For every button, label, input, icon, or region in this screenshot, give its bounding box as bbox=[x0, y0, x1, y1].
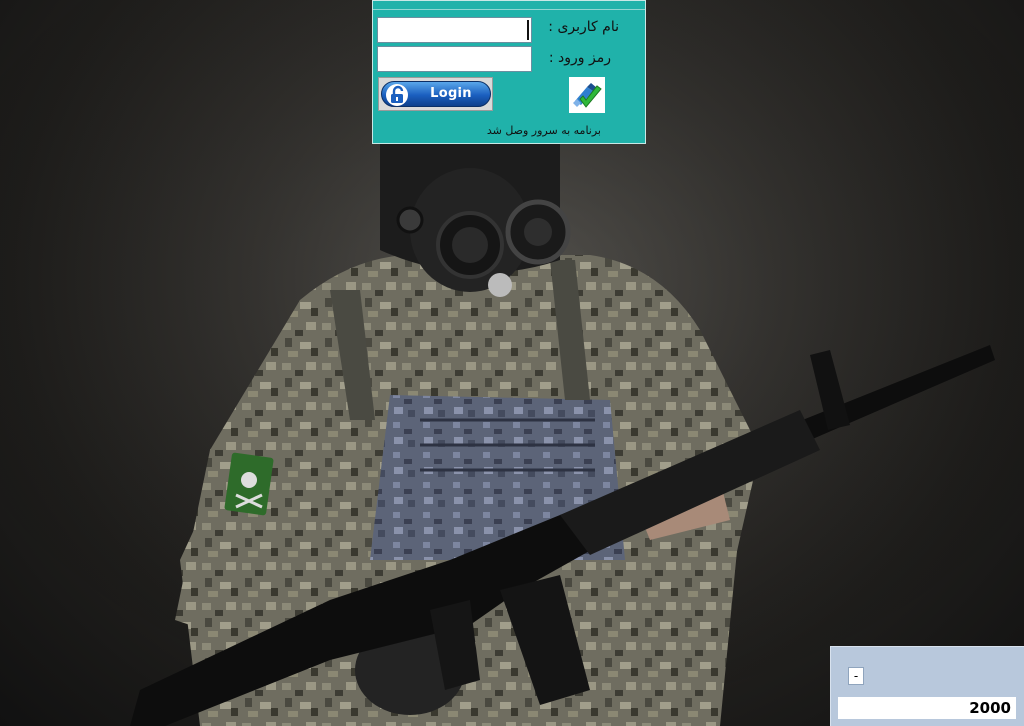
app-window: نام کاربری : رمز ورود : Login برنامه به … bbox=[0, 0, 1024, 726]
connected-check-icon bbox=[569, 77, 605, 113]
unlock-icon bbox=[386, 84, 408, 106]
minimize-button[interactable]: - bbox=[848, 667, 864, 685]
username-field[interactable] bbox=[377, 17, 532, 43]
connection-status-text: برنامه به سرور وصل شد bbox=[486, 124, 601, 137]
counter-panel: - 2000 bbox=[830, 646, 1024, 726]
login-panel: نام کاربری : رمز ورود : Login برنامه به … bbox=[372, 0, 646, 144]
panel-top-divider bbox=[373, 9, 645, 10]
login-button-label: Login bbox=[430, 86, 472, 101]
text-caret bbox=[527, 20, 529, 40]
password-field[interactable] bbox=[377, 46, 532, 72]
login-button-face: Login bbox=[381, 81, 491, 107]
login-button[interactable]: Login bbox=[378, 77, 493, 111]
password-label: رمز ورود : bbox=[548, 50, 611, 66]
counter-value: 2000 bbox=[838, 697, 1016, 719]
username-label: نام کاربری : bbox=[548, 19, 619, 35]
